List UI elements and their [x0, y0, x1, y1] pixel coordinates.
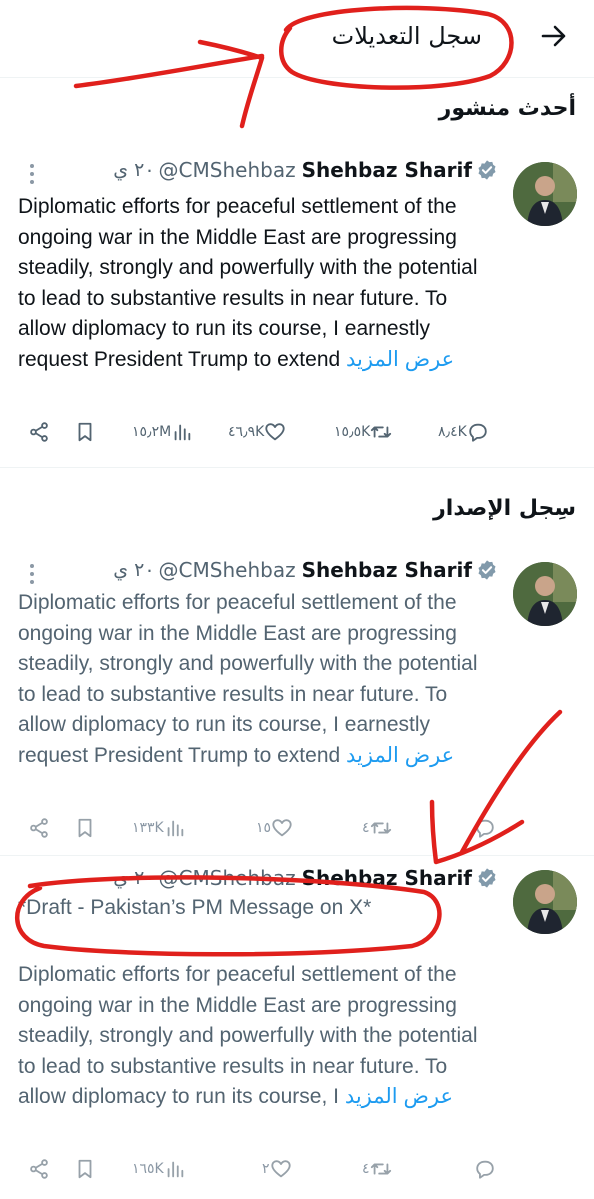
avatar[interactable] — [513, 870, 577, 934]
likes-count: ٢ — [262, 1161, 270, 1177]
tweet-handle[interactable]: @CMShehbaz — [159, 558, 296, 582]
tweet-actions: ١٣٣K ١٥ ٤ — [0, 813, 594, 843]
share-button[interactable] — [28, 1154, 50, 1184]
likes-count: ١٥ — [256, 820, 272, 836]
top-bar: سجل التعديلات — [0, 0, 594, 78]
bookmark-button[interactable] — [74, 1154, 96, 1184]
reply-icon — [476, 1160, 494, 1179]
bookmark-icon — [78, 818, 92, 838]
views-button[interactable]: ١٥٫٢M — [132, 417, 193, 447]
reply-icon — [469, 423, 487, 442]
show-more-link[interactable]: عرض المزيد — [346, 348, 454, 371]
tweet-header: ٢٠ ي @CMShehbaz Shehbaz Sharif — [113, 866, 498, 892]
views-button[interactable]: ١٦٥K — [132, 1154, 186, 1184]
show-more-link[interactable]: عرض المزيد — [346, 744, 454, 767]
replies-count: ٨٫٤K — [438, 424, 467, 440]
tweet-time[interactable]: ٢٠ ي — [113, 867, 154, 889]
reposts-count: ٤ — [362, 1161, 370, 1177]
tweet-body: Diplomatic efforts for peaceful settleme… — [18, 591, 478, 767]
like-button[interactable]: ٢ — [262, 1154, 292, 1184]
reposts-count: ٤ — [362, 820, 370, 836]
tweet-body: Diplomatic efforts for peaceful settleme… — [18, 195, 478, 371]
more-options-icon[interactable] — [22, 162, 42, 186]
more-options-icon[interactable] — [22, 562, 42, 586]
repost-button[interactable]: ٤ — [362, 1154, 392, 1184]
page-title: سجل التعديلات — [331, 22, 482, 50]
tweet-actions: ١٦٥K ٢ ٤ — [0, 1154, 594, 1184]
tweet-author-name[interactable]: Shehbaz Sharif — [302, 558, 472, 582]
reply-button[interactable] — [474, 813, 496, 843]
bookmark-button[interactable] — [74, 813, 96, 843]
tweet-text: Diplomatic efforts for peaceful settleme… — [18, 192, 498, 375]
tweet-text: Diplomatic efforts for peaceful settleme… — [18, 960, 498, 1113]
tweet-author-name[interactable]: Shehbaz Sharif — [302, 866, 472, 890]
bookmark-icon — [78, 1159, 92, 1179]
tweet-actions: ١٥٫٢M ٤٦٫٩K ١٥٫٥K ٨٫٤K — [0, 417, 594, 447]
repost-icon — [370, 1163, 391, 1175]
views-button[interactable]: ١٣٣K — [132, 813, 186, 843]
views-count: ١٣٣K — [132, 820, 164, 836]
share-icon — [30, 818, 48, 838]
latest-post-heading: أحدث منشور — [438, 96, 576, 121]
verified-badge-icon — [478, 868, 496, 888]
show-more-link[interactable]: عرض المزيد — [345, 1085, 453, 1108]
share-button[interactable] — [28, 417, 50, 447]
verified-badge-icon — [478, 560, 496, 580]
arrow-right-icon[interactable] — [536, 18, 572, 54]
like-button[interactable]: ١٥ — [256, 813, 293, 843]
reply-icon — [476, 819, 494, 838]
reply-button[interactable]: ٨٫٤K — [438, 417, 489, 447]
repost-icon — [370, 822, 391, 834]
views-icon — [167, 820, 183, 837]
views-icon — [167, 1161, 183, 1178]
verified-badge-icon — [478, 160, 496, 180]
views-icon — [174, 424, 191, 441]
repost-icon — [371, 426, 392, 438]
share-button[interactable] — [28, 813, 50, 843]
tweet-draft-version[interactable]: ٢٠ ي @CMShehbaz Shehbaz Sharif *Draft - Pa… — [0, 858, 594, 1199]
tweet-header: ٢٠ ي @CMShehbaz Shehbaz Sharif — [113, 558, 498, 584]
likes-count: ٤٦٫٩K — [228, 424, 265, 440]
repost-button[interactable]: ١٥٫٥K — [334, 417, 392, 447]
tweet-version[interactable]: ٢٠ ي @CMShehbaz Shehbaz Sharif Diplomatic … — [0, 550, 594, 856]
reposts-count: ١٥٫٥K — [334, 424, 371, 440]
heart-icon — [265, 423, 285, 441]
tweet-text: Diplomatic efforts for peaceful settleme… — [18, 588, 498, 771]
bookmark-button[interactable] — [74, 417, 96, 447]
avatar[interactable] — [513, 162, 577, 226]
tweet-header: ٢٠ ي @CMShehbaz Shehbaz Sharif — [113, 158, 498, 184]
share-icon — [30, 1159, 48, 1179]
views-count: ١٥٫٢M — [132, 424, 172, 440]
tweet-handle[interactable]: @CMShehbaz — [159, 866, 296, 890]
repost-button[interactable]: ٤ — [362, 813, 392, 843]
heart-icon — [272, 819, 292, 837]
heart-icon — [270, 1160, 291, 1178]
tweet-time[interactable]: ٢٠ ي — [113, 559, 154, 581]
tweet-handle[interactable]: @CMShehbaz — [159, 158, 296, 182]
reply-button[interactable] — [474, 1154, 496, 1184]
like-button[interactable]: ٤٦٫٩K — [228, 417, 286, 447]
views-count: ١٦٥K — [132, 1161, 164, 1177]
draft-label-line: *Draft - Pakistan’s PM Message on X* — [18, 896, 372, 919]
tweet-time[interactable]: ٢٠ ي — [113, 159, 154, 181]
version-history-heading: سِجل الإصدار — [433, 496, 576, 521]
tweet-author-name[interactable]: Shehbaz Sharif — [302, 158, 472, 182]
share-icon — [30, 422, 48, 442]
avatar[interactable] — [513, 562, 577, 626]
bookmark-icon — [78, 422, 92, 442]
tweet-latest[interactable]: ٢٠ ي @CMShehbaz Shehbaz Sharif Diplomatic … — [0, 150, 594, 468]
